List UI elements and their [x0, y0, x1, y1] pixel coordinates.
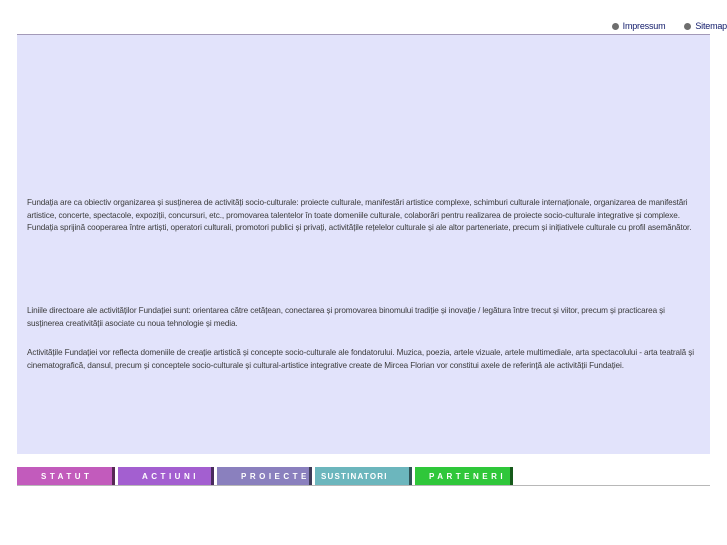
nav-tab-label: PROIECTE [241, 471, 310, 481]
content-paragraph-activities: Activitățile Fundației vor reflecta dome… [27, 348, 694, 370]
content-panel: Fundația are ca obiectiv organizarea și … [17, 35, 710, 454]
sitemap-link[interactable]: Sitemap [684, 21, 727, 31]
content-paragraph-guidelines: Liniile directoare ale activităților Fun… [27, 306, 665, 328]
nav-tab-parteneri[interactable]: PARTENERI [415, 467, 513, 485]
nav-tab-actiuni[interactable]: ACTIUNI [118, 467, 214, 485]
nav-tab-label: PARTENERI [429, 471, 507, 481]
footer-divider [17, 485, 710, 486]
nav-tab-label: SUSTINATORI [321, 471, 388, 481]
nav-tab-proiecte[interactable]: PROIECTE [217, 467, 312, 485]
impressum-link[interactable]: Impressum [611, 21, 666, 31]
nav-tab-label: STATUT [41, 471, 93, 481]
nav-tab-statut[interactable]: STATUT [17, 467, 115, 485]
nav-tab-sustinatori[interactable]: SUSTINATORI [315, 467, 412, 485]
sitemap-link-label: Sitemap [695, 21, 727, 31]
content-paragraph-objective: Fundația are ca obiectiv organizarea și … [27, 198, 692, 233]
bullet-icon [611, 22, 619, 30]
bullet-icon [684, 22, 692, 30]
impressum-link-label: Impressum [622, 21, 666, 31]
top-links: Impressum Sitemap [611, 19, 727, 33]
main-nav: STATUT ACTIUNI PROIECTE SUSTINATORI PART… [17, 467, 513, 485]
nav-tab-label: ACTIUNI [142, 471, 199, 481]
